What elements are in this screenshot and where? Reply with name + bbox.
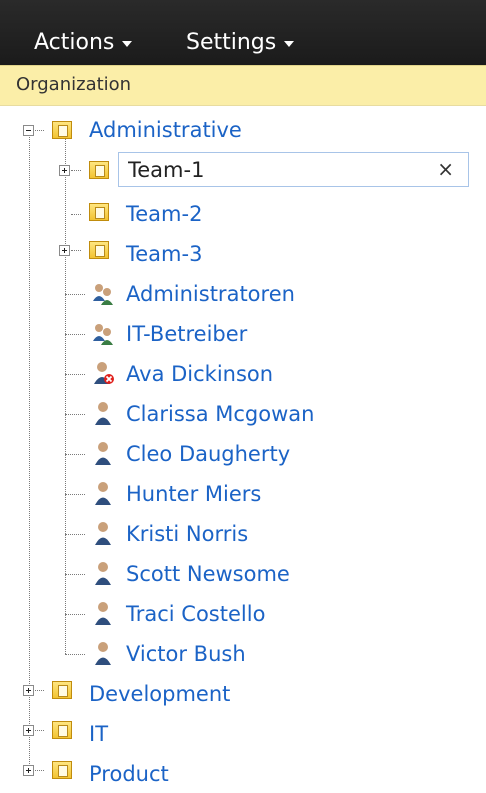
tree-connector <box>65 654 85 655</box>
expand-toggle[interactable] <box>59 245 70 256</box>
folder-icon <box>89 203 109 221</box>
tree-connector <box>65 294 85 295</box>
user-icon <box>95 482 111 505</box>
user-icon <box>95 442 111 465</box>
node-label: Hunter Miers <box>126 482 262 506</box>
tree-connector <box>65 374 85 375</box>
expand-toggle[interactable] <box>59 165 70 176</box>
settings-menu-label: Settings <box>186 30 277 55</box>
folder-icon <box>52 681 72 699</box>
node-label: Scott Newsome <box>126 562 290 586</box>
toolbar: Actions Settings <box>0 0 486 65</box>
clear-icon[interactable]: × <box>437 157 454 181</box>
tree-connector <box>35 730 44 731</box>
user-icon <box>95 522 111 545</box>
node-label: Development <box>89 682 231 706</box>
node-label: Cleo Daugherty <box>126 442 291 466</box>
expand-toggle[interactable] <box>23 725 34 736</box>
tree-connector <box>65 494 85 495</box>
node-label: Kristi Norris <box>126 522 249 546</box>
folder-icon <box>89 241 109 259</box>
node-label: Victor Bush <box>126 642 246 666</box>
tree-connector <box>71 214 81 215</box>
tree-connector <box>65 135 66 654</box>
tree-connector <box>65 414 85 415</box>
tree-connector <box>65 614 85 615</box>
tree-connector <box>35 130 44 131</box>
expand-toggle[interactable] <box>23 685 34 696</box>
rename-input[interactable] <box>120 154 425 185</box>
tree-connector <box>35 770 44 771</box>
group-icon <box>93 324 113 345</box>
group-icon <box>93 284 113 305</box>
tree-connector <box>29 135 30 774</box>
rename-editbox: × <box>118 152 469 187</box>
user-icon <box>95 562 111 585</box>
settings-menu[interactable]: Settings <box>186 30 295 55</box>
user-disabled-icon <box>94 362 114 384</box>
node-label: Team-2 <box>126 202 203 226</box>
folder-icon <box>89 161 109 179</box>
node-label: Administratoren <box>126 282 295 306</box>
folder-icon <box>52 721 72 739</box>
collapse-toggle[interactable] <box>23 125 34 136</box>
expand-toggle[interactable] <box>23 765 34 776</box>
tree-connector <box>65 334 85 335</box>
tree-connector <box>65 574 85 575</box>
caret-down-icon <box>284 41 295 47</box>
tree-connector <box>65 454 85 455</box>
user-icon <box>95 402 111 425</box>
node-label: Team-3 <box>126 242 203 266</box>
tree-connector <box>65 534 85 535</box>
actions-menu[interactable]: Actions <box>34 30 133 55</box>
user-icon <box>95 602 111 625</box>
node-label: IT <box>89 722 109 746</box>
organization-header: Organization <box>0 65 486 106</box>
node-label: Product <box>89 762 169 786</box>
node-label: Clarissa Mcgowan <box>126 402 315 426</box>
caret-down-icon <box>122 41 133 47</box>
tree-connector <box>71 250 81 251</box>
folder-icon <box>52 761 72 779</box>
node-label: Administrative <box>89 118 242 142</box>
node-label: Ava Dickinson <box>126 362 274 386</box>
node-label: IT-Betreiber <box>126 322 248 346</box>
tree-connector <box>35 690 44 691</box>
actions-menu-label: Actions <box>34 30 115 55</box>
header-title: Organization <box>16 74 132 95</box>
node-label: Traci Costello <box>126 602 266 626</box>
folder-icon <box>52 121 72 139</box>
tree-connector <box>71 170 81 171</box>
organization-tree: Administrative × Team-2 Team-3 Administr… <box>0 106 486 793</box>
user-icon <box>95 642 111 665</box>
